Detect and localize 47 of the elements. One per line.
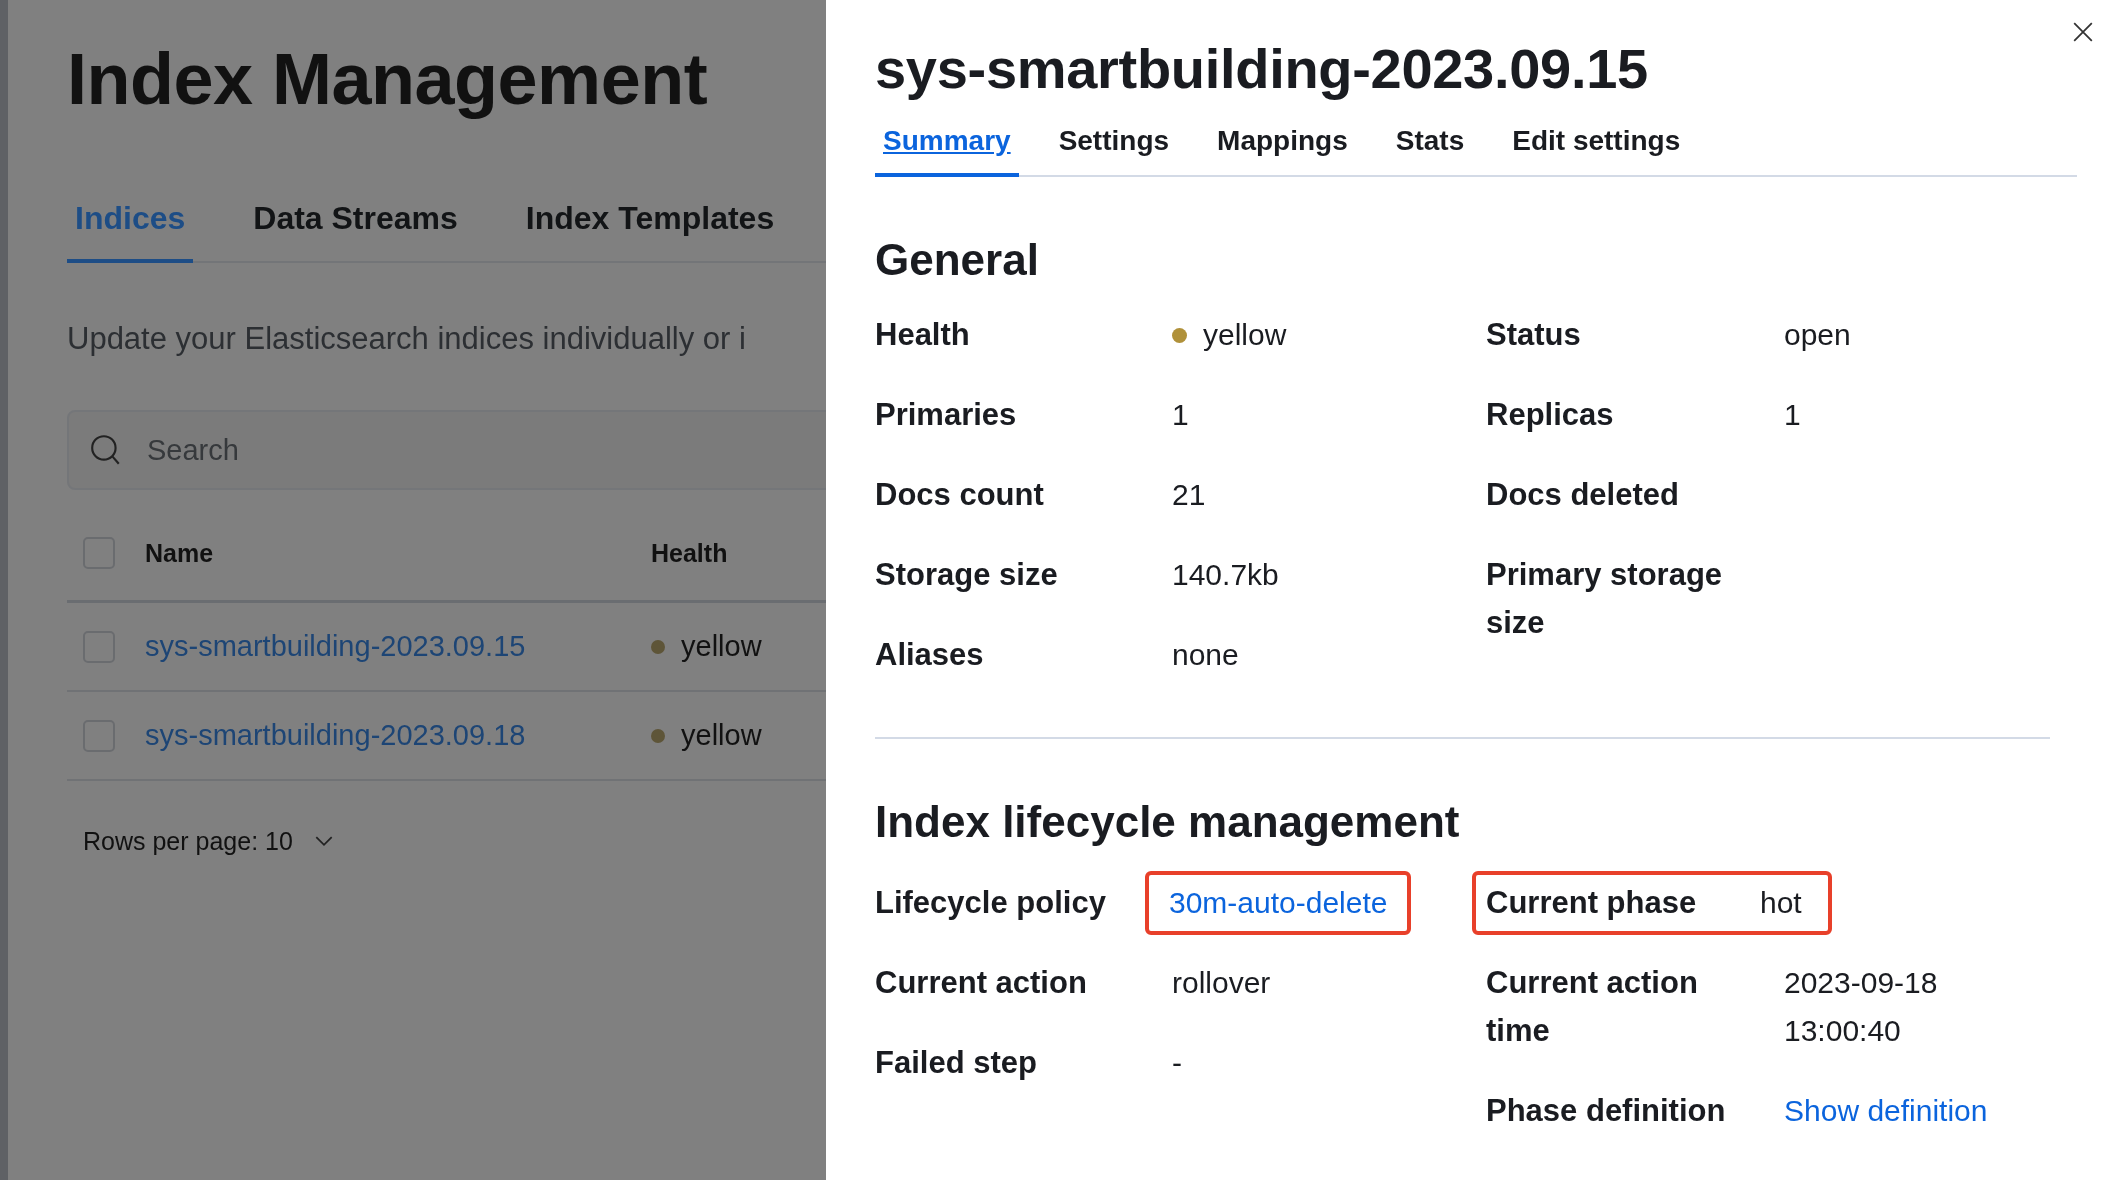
field-link[interactable]: Show definition: [1784, 1087, 1988, 1135]
field-value: open: [1784, 317, 1851, 353]
flyout-title: sys-smartbuilding-2023.09.15: [875, 36, 1649, 101]
field-label: Replicas: [1486, 396, 1615, 434]
field-label: Primary storage size: [1486, 556, 1724, 642]
health-value: yellow: [681, 630, 762, 663]
field-label: Primaries: [875, 396, 1018, 434]
flyout-tab[interactable]: Mappings: [1209, 117, 1356, 177]
field-label: Failed step: [875, 1044, 1038, 1082]
field-label: Storage size: [875, 556, 1059, 594]
field-value: 140.7kb: [1172, 557, 1279, 593]
field-value: none: [1172, 637, 1239, 673]
section-heading: General: [875, 235, 1040, 285]
field-value: 21: [1172, 477, 1206, 513]
field-value: 1: [1172, 397, 1189, 433]
search-field[interactable]: Search: [67, 410, 826, 490]
field-value: hot: [1760, 885, 1802, 921]
field-label: Current action time: [1486, 964, 1699, 1050]
field-value: rollover: [1172, 965, 1271, 1001]
flyout-tab[interactable]: Summary: [875, 117, 1019, 177]
field-value: 1: [1784, 397, 1801, 433]
field-link[interactable]: 30m-auto-delete: [1169, 879, 1388, 927]
flyout-tab[interactable]: Stats: [1387, 117, 1473, 177]
page-title: Index Management: [67, 38, 709, 120]
chevron-down-icon: [314, 836, 333, 847]
field-value: yellow: [1203, 317, 1287, 353]
column-header: Name: [145, 538, 215, 568]
field-label: Aliases: [875, 636, 985, 674]
field-value: -: [1172, 1045, 1182, 1081]
flyout-tab[interactable]: Settings: [1050, 117, 1178, 177]
field-label: Docs deleted: [1486, 476, 1680, 514]
page-tab[interactable]: Index Templates: [517, 188, 783, 263]
field-value: 2023-09-18 13:00:40: [1784, 965, 1939, 1049]
field-label: Docs count: [875, 476, 1045, 514]
field-label: Status: [1486, 316, 1582, 354]
field-label: Current phase: [1486, 884, 1698, 922]
field-label: Phase definition: [1486, 1092, 1727, 1130]
page-description: Update your Elasticsearch indices individually or i: [67, 321, 747, 357]
health-value: yellow: [681, 719, 762, 752]
flyout-tab[interactable]: Edit settings: [1504, 117, 1689, 177]
field-label: Health: [875, 316, 971, 354]
section-heading: Index lifecycle management: [875, 797, 1461, 847]
rows-per-page-button[interactable]: Rows per page: 10: [83, 827, 333, 856]
field-label: Current action: [875, 964, 1088, 1002]
column-header: Health: [651, 538, 728, 568]
page-tab[interactable]: Data Streams: [245, 188, 466, 263]
field-label: Lifecycle policy: [875, 884, 1107, 922]
